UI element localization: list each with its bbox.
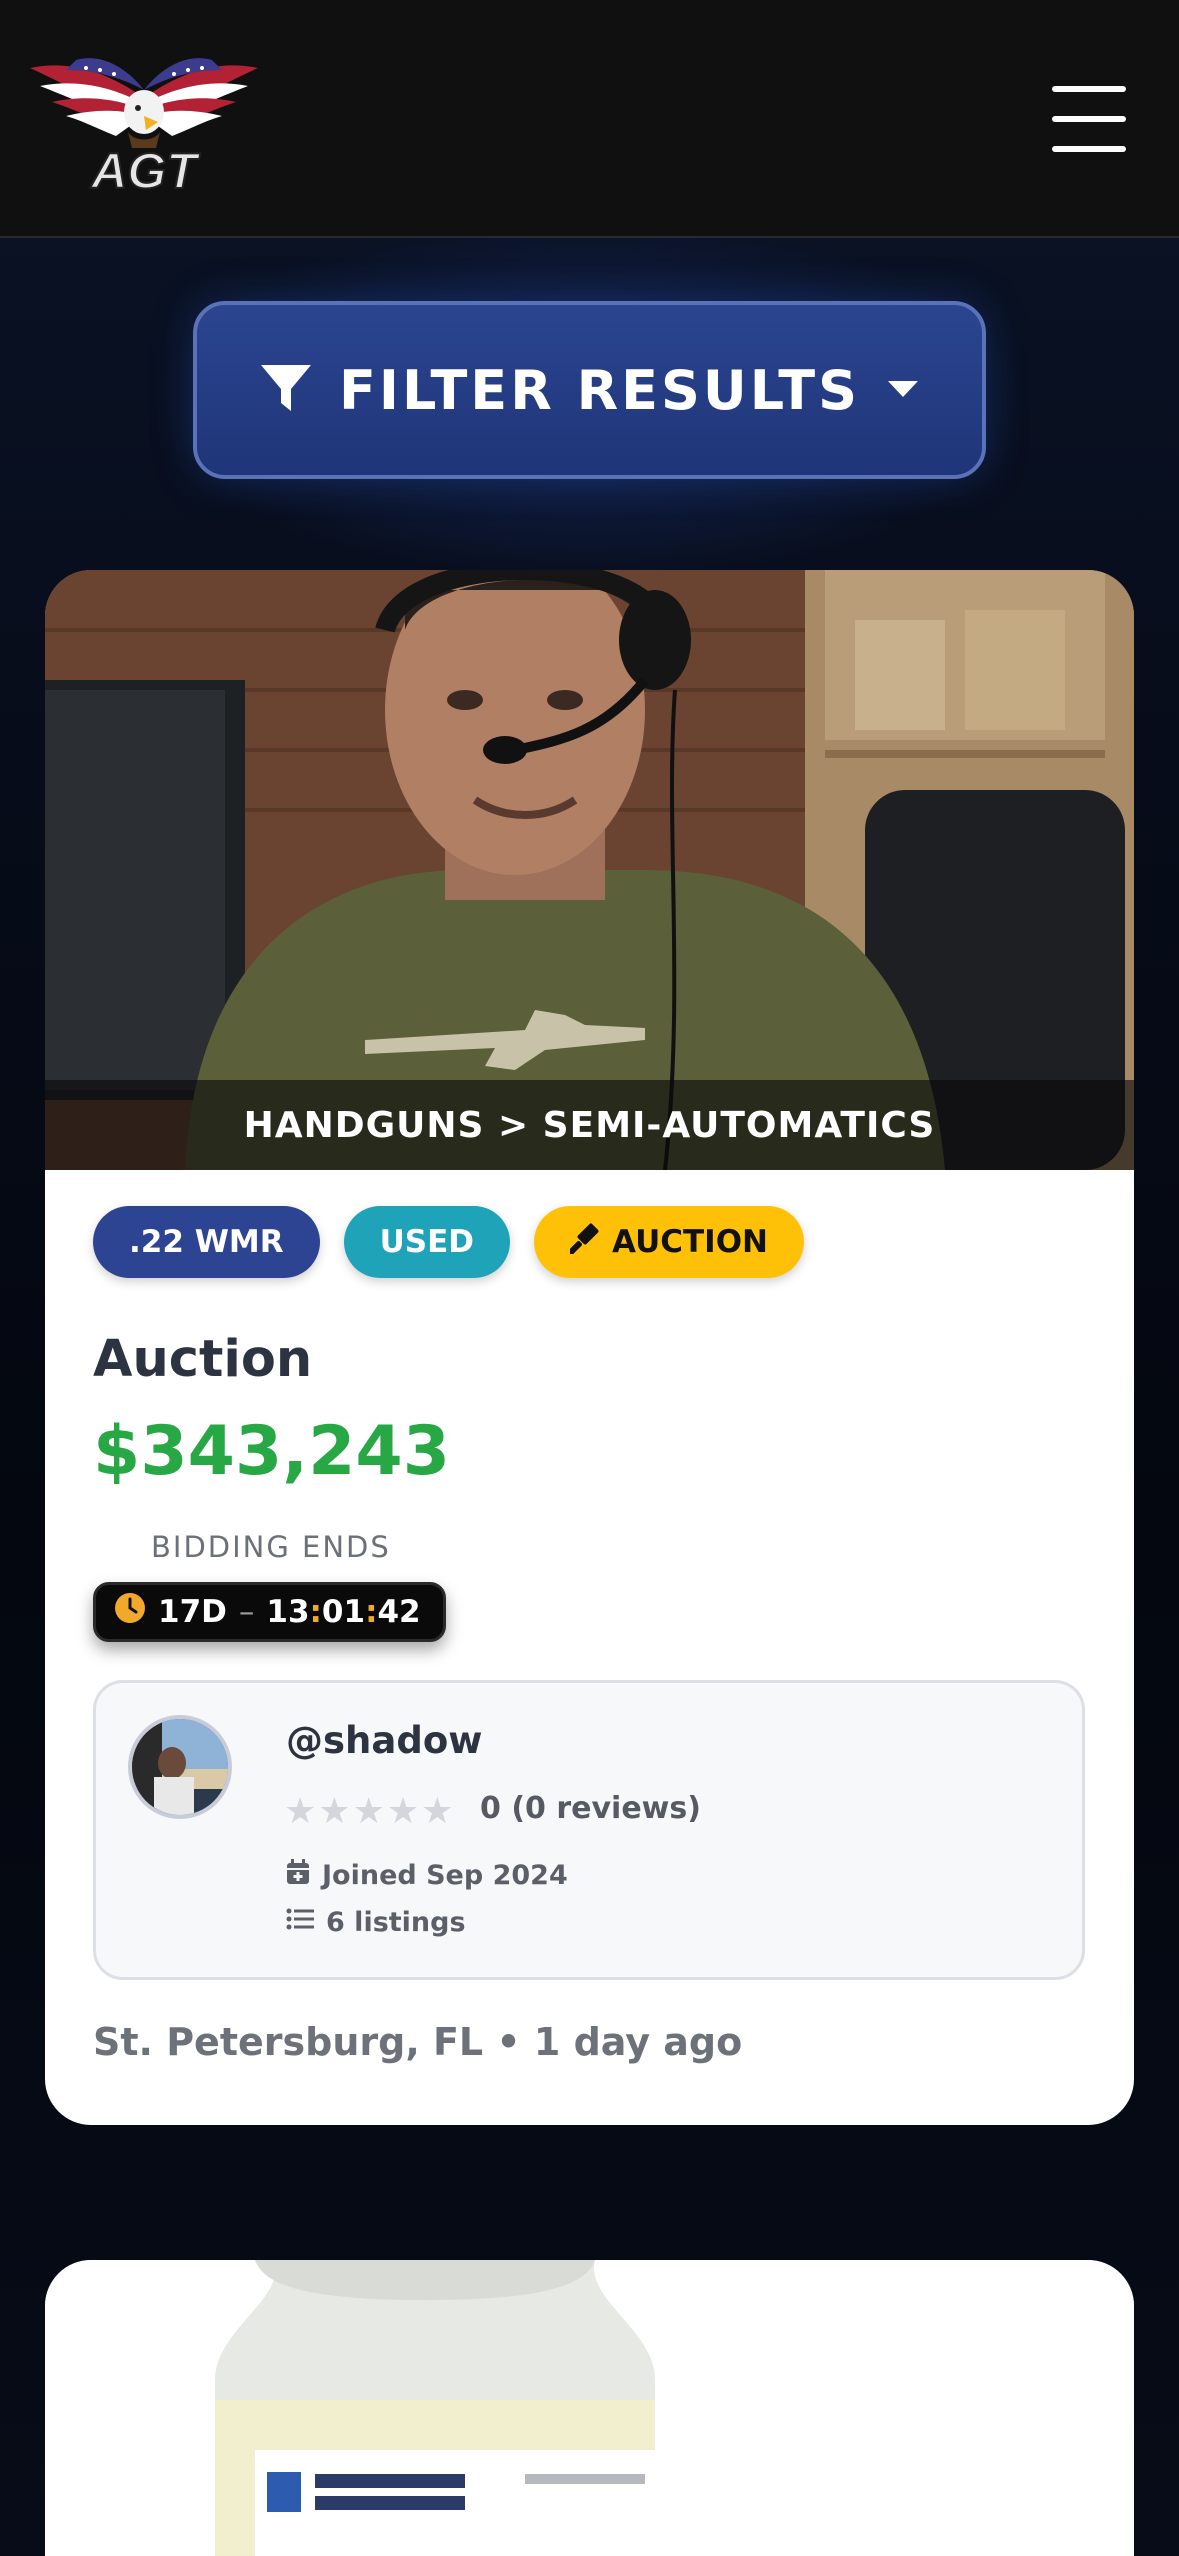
bidding-ends-label: BIDDING ENDS	[151, 1530, 391, 1564]
timer-seconds: 42	[377, 1594, 421, 1630]
joined-text: Joined Sep 2024	[322, 1860, 568, 1891]
svg-text:AGT: AGT	[89, 143, 201, 198]
rating-stars: ★ ★ ★ ★ ★	[284, 1791, 453, 1832]
rating-text[interactable]: 0 (0 reviews)	[480, 1791, 701, 1826]
posted-time: 1 day ago	[533, 2020, 743, 2064]
star-icon: ★	[284, 1791, 317, 1832]
caret-down-icon	[886, 377, 920, 403]
category-breadcrumb[interactable]: HANDGUNS > SEMI-AUTOMATICS	[45, 1080, 1134, 1170]
listing-photo[interactable]: HANDGUNS > SEMI-AUTOMATICS	[45, 570, 1134, 1170]
seller-username[interactable]: @shadow	[286, 1719, 482, 1762]
seller-avatar[interactable]	[128, 1715, 232, 1819]
list-icon	[286, 1907, 314, 1938]
caliber-badge: .22 WMR	[93, 1206, 320, 1278]
listing-card[interactable]	[45, 2260, 1134, 2556]
calendar-plus-icon	[286, 1859, 310, 1892]
listings-count-text: 6 listings	[326, 1907, 466, 1938]
filter-funnel-icon	[259, 361, 313, 419]
timer-clock: 13:01:42	[266, 1594, 421, 1630]
location-posted: St. Petersburg, FL • 1 day ago	[93, 2020, 742, 2064]
countdown-timer: 17D – 13:01:42	[93, 1582, 446, 1642]
seller-listings-count[interactable]: 6 listings	[286, 1907, 466, 1938]
star-icon: ★	[318, 1791, 351, 1832]
listing-location: St. Petersburg, FL	[93, 2020, 484, 2064]
listing-card[interactable]: HANDGUNS > SEMI-AUTOMATICS .22 WMR USED …	[45, 570, 1134, 2125]
timer-separator: –	[238, 1594, 255, 1630]
seller-card[interactable]: @shadow ★ ★ ★ ★ ★ 0 (0 reviews) Joined S…	[93, 1680, 1085, 1980]
clock-icon	[114, 1592, 146, 1632]
agt-eagle-logo[interactable]: AGT	[26, 38, 262, 200]
timer-hours: 13	[266, 1594, 310, 1630]
gavel-icon	[568, 1222, 602, 1262]
filter-results-label: FILTER RESULTS	[339, 358, 860, 422]
auction-badge-label: AUCTION	[612, 1224, 768, 1260]
star-icon: ★	[421, 1791, 454, 1832]
auction-badge: AUCTION	[534, 1206, 804, 1278]
filter-results-button[interactable]: FILTER RESULTS	[193, 301, 986, 479]
hamburger-menu-icon[interactable]	[1052, 86, 1132, 152]
listing-price: $343,243	[93, 1412, 451, 1491]
star-icon: ★	[386, 1791, 420, 1832]
bullet-separator: •	[496, 2020, 534, 2064]
badge-row: .22 WMR USED AUCTION	[93, 1206, 804, 1278]
condition-badge: USED	[343, 1206, 511, 1278]
listing-type: Auction	[93, 1330, 313, 1389]
timer-days: 17D	[158, 1594, 227, 1630]
seller-joined: Joined Sep 2024	[286, 1859, 568, 1892]
page: AGT FILTER RESULTS HANDGUNS > SEMI-AUTOM…	[0, 0, 1179, 2556]
listing-photo[interactable]	[45, 2260, 1134, 2556]
star-icon: ★	[352, 1791, 385, 1832]
top-header: AGT	[0, 0, 1179, 238]
timer-minutes: 01	[321, 1594, 366, 1630]
